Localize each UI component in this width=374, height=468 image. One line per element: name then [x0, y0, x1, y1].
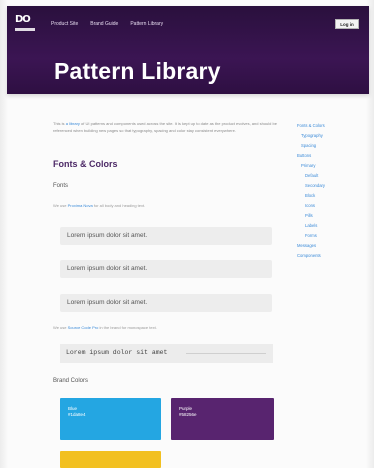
sidebar-item-buttons[interactable]: Buttons	[297, 151, 325, 161]
logo-underline	[15, 28, 35, 31]
fonts-note: We use Proxima Nova for all body and hea…	[53, 203, 145, 208]
swatch-purple-sub: #58256e	[179, 412, 197, 417]
sidebar-item-block[interactable]: Block	[297, 191, 325, 201]
top-nav: Product Site Brand Guide Pattern Library	[51, 21, 163, 27]
fonts-heading: Fonts	[53, 183, 69, 189]
mono-note-text-b: in the brand for monospace text.	[99, 325, 157, 330]
sidebar-item-pills[interactable]: Pills	[297, 211, 325, 221]
mono-sample: Lorem ipsum dolor sit amet	[66, 349, 168, 356]
header-button[interactable]: Log in	[335, 19, 359, 29]
logo[interactable]: DO	[15, 15, 35, 35]
swatch-blue-sub: #1da8e4	[68, 412, 86, 417]
sidebar-item-secondary[interactable]: Secondary	[297, 181, 325, 191]
sidebar-item-forms[interactable]: Forms	[297, 231, 325, 241]
page-title: Pattern Library	[54, 58, 221, 84]
sidebar-item-typography[interactable]: Typography	[297, 131, 325, 141]
nav-item-brand-guide[interactable]: Brand Guide	[90, 21, 118, 27]
sidebar-item-default[interactable]: Default	[297, 171, 325, 181]
sidebar-item-icons[interactable]: Icons	[297, 201, 325, 211]
sidebar-item-spacing[interactable]: Spacing	[297, 141, 325, 151]
sidebar-item-components[interactable]: Components	[297, 251, 325, 261]
brand-colors-heading: Brand Colors	[53, 378, 89, 384]
fonts-note-text-a: We use	[53, 203, 67, 208]
sidebar-nav: Fonts & Colors Typography Spacing Buttons Pr…	[297, 121, 325, 261]
mono-note-link[interactable]: Source Code Pro	[68, 325, 99, 330]
fonts-note-text-b: for all body and heading text.	[93, 203, 146, 208]
intro-paragraph: This is a library of UI patterns and com…	[53, 120, 283, 134]
site-header: DO Product Site Brand Guide Pattern Libr…	[7, 6, 369, 94]
section-heading: Fonts & Colors	[53, 159, 118, 169]
mono-note-text-a: We use	[53, 325, 67, 330]
intro-text-b: of UI patterns and components used acros…	[53, 121, 277, 133]
swatch-yellow	[60, 451, 161, 468]
sidebar-item-messages[interactable]: Messages	[297, 241, 325, 251]
swatch-blue: Blue #1da8e4	[60, 398, 161, 440]
intro-text-a: This is	[53, 121, 65, 126]
nav-item-product-site[interactable]: Product Site	[51, 21, 78, 27]
font-sample-1: Lorem ipsum dolor sit amet.	[60, 227, 272, 245]
mono-sample-rule	[186, 353, 266, 354]
mono-note: We use Source Code Pro in the brand for …	[53, 325, 157, 330]
intro-link[interactable]: a library	[66, 121, 80, 126]
font-sample-3: Lorem ipsum dolor sit amet.	[60, 294, 272, 312]
swatch-purple: Purple #58256e	[171, 398, 274, 440]
fonts-note-link[interactable]: Proxima Nova	[68, 203, 93, 208]
sidebar-item-primary[interactable]: Primary	[297, 161, 325, 171]
nav-item-pattern-library[interactable]: Pattern Library	[130, 21, 163, 27]
sidebar-item-fonts-colors[interactable]: Fonts & Colors	[297, 121, 325, 131]
sidebar-item-labels[interactable]: Labels	[297, 221, 325, 231]
font-sample-2: Lorem ipsum dolor sit amet.	[60, 260, 272, 278]
